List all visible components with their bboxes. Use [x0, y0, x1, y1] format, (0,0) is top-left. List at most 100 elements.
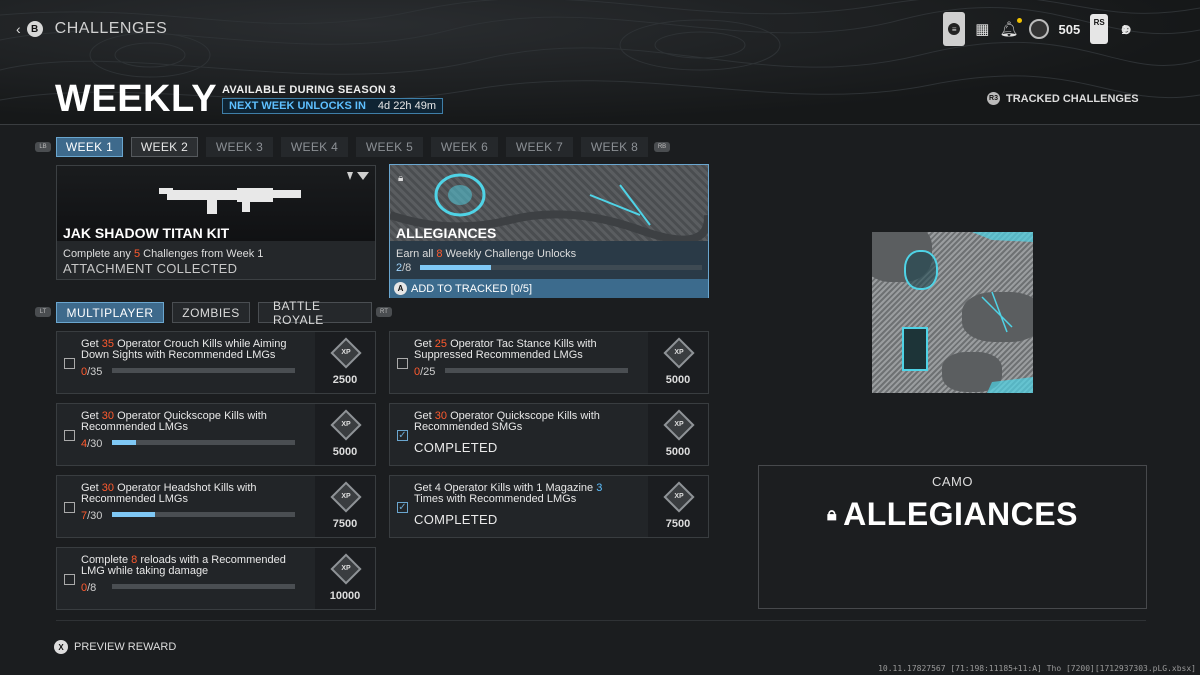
reward-name: JAK SHADOW TITAN KIT [63, 225, 230, 241]
checkbox-icon[interactable]: ✓ [397, 502, 408, 513]
xp-icon: XP [330, 337, 362, 369]
chevron-left-icon: ‹ [16, 21, 21, 37]
tracked-challenges-button[interactable]: R3 TRACKED CHALLENGES [987, 92, 1139, 105]
footer-divider [56, 620, 1146, 621]
reward-description: Complete any 5 Challenges from Week 1 [63, 248, 264, 260]
next-week-timer: NEXT WEEK UNLOCKS IN 4d 22h 49m [222, 98, 444, 114]
challenge-status: COMPLETED [414, 512, 498, 527]
tab-week-7[interactable]: WEEK 7 [506, 137, 573, 157]
xp-reward-value: 5000 [665, 374, 691, 386]
tab-week-2[interactable]: WEEK 2 [131, 137, 198, 157]
lt-glyph-icon[interactable]: LT [35, 307, 51, 317]
top-right-bar: ≡ ▦ 🔔︎ 505 RS ☻ [943, 12, 1134, 46]
lock-icon: 🔒︎ [827, 504, 838, 524]
reward-progress-bar [420, 265, 702, 270]
page-title: WEEKLY [55, 78, 218, 120]
reward-card-camo[interactable]: 🔒︎ ALLEGIANCES Earn all 8 Weekly Challen… [389, 164, 709, 298]
lb-glyph-icon[interactable]: LB [35, 142, 51, 152]
tab-week-4[interactable]: WEEK 4 [281, 137, 348, 157]
next-week-label: NEXT WEEK UNLOCKS IN [229, 100, 366, 112]
xp-reward-value: 10000 [329, 590, 361, 602]
grid-icon[interactable]: ▦ [975, 20, 989, 38]
camo-info-panel: CAMO 🔒︎ ALLEGIANCES [758, 465, 1147, 609]
challenge-description: Get 4 Operator Kills with 1 Magazine 3 T… [414, 482, 603, 505]
reward-card-weapon-kit[interactable]: JAK SHADOW TITAN KIT Complete any 5 Chal… [56, 165, 376, 280]
season-availability: AVAILABLE DURING SEASON 3 [222, 84, 396, 96]
challenge-progress-bar [112, 584, 295, 589]
tab-zombies[interactable]: ZOMBIES [172, 302, 250, 323]
tab-week-8[interactable]: WEEK 8 [581, 137, 648, 157]
reward-progress-fill [420, 265, 491, 270]
rb-glyph-icon[interactable]: RB [654, 142, 670, 152]
week-tabs: WEEK 1 WEEK 2 WEEK 3 WEEK 4 WEEK 5 WEEK … [56, 137, 648, 157]
challenge-card[interactable]: ✓ Get 30 Operator Quickscope Kills with R… [389, 403, 709, 466]
challenge-progress-fill [112, 440, 137, 445]
coin-icon [1028, 19, 1049, 39]
checkbox-icon[interactable] [397, 358, 408, 369]
camo-type-label: CAMO [932, 474, 973, 489]
xp-reward: XP 5000 [648, 332, 708, 393]
b-button-glyph-icon: B [26, 21, 43, 37]
xp-reward-value: 2500 [332, 374, 358, 386]
xp-icon: XP [663, 409, 695, 441]
challenge-card[interactable]: Get 30 Operator Headshot Kills with Reco… [56, 475, 376, 538]
xp-icon: XP [330, 409, 362, 441]
challenge-progress-bar [445, 368, 628, 373]
notification-dot [1016, 18, 1022, 23]
tab-battle-royale[interactable]: BATTLE ROYALE [258, 299, 372, 327]
add-to-tracked-button[interactable]: A ADD TO TRACKED [0/5] [390, 279, 708, 298]
tab-week-3[interactable]: WEEK 3 [206, 137, 273, 157]
checkbox-icon[interactable] [64, 502, 75, 513]
menu-icon: ≡ [948, 23, 961, 35]
tab-week-6[interactable]: WEEK 6 [431, 137, 498, 157]
xp-reward-value: 5000 [332, 446, 358, 458]
tab-week-1[interactable]: WEEK 1 [56, 137, 123, 157]
menu-button[interactable]: ≡ [943, 12, 966, 46]
camo-preview [872, 232, 1033, 393]
reward-description: Earn all 8 Weekly Challenge Unlocks [396, 248, 577, 260]
r3-glyph-icon: R3 [987, 92, 1000, 105]
challenge-card[interactable]: ✓ Get 4 Operator Kills with 1 Magazine 3 … [389, 475, 709, 538]
xp-reward: XP 5000 [648, 404, 708, 465]
back-label: CHALLENGES [54, 20, 168, 37]
next-week-value: 4d 22h 49m [377, 100, 437, 112]
challenge-card[interactable]: Complete 8 reloads with a Recommended LM… [56, 547, 376, 610]
camo-lines-icon [972, 232, 1033, 393]
reward-progress-count: 2/8 [396, 262, 412, 274]
challenge-description: Get 30 Operator Quickscope Kills with Re… [81, 410, 267, 433]
back-button[interactable]: ‹ B CHALLENGES [16, 20, 167, 38]
xp-reward: XP 7500 [648, 476, 708, 537]
mode-tabs: MULTIPLAYER ZOMBIES BATTLE ROYALE [56, 299, 372, 327]
challenge-progress-fill [112, 512, 155, 517]
challenge-progress-count: 4/30 [81, 438, 103, 450]
reward-name: ALLEGIANCES [396, 225, 497, 241]
bell-icon[interactable]: 🔔︎ [999, 18, 1022, 38]
challenge-progress-count: 0/25 [414, 366, 436, 378]
camo-name: 🔒︎ ALLEGIANCES [827, 496, 1078, 532]
tab-multiplayer[interactable]: MULTIPLAYER [56, 302, 164, 323]
xp-icon: XP [663, 481, 695, 513]
rs-glyph-icon[interactable]: RS [1090, 14, 1109, 44]
challenge-description: Get 30 Operator Headshot Kills with Reco… [81, 482, 257, 505]
tab-week-5[interactable]: WEEK 5 [356, 137, 423, 157]
checkbox-icon[interactable] [64, 574, 75, 585]
xp-reward-value: 7500 [665, 518, 691, 530]
checkbox-icon[interactable] [64, 358, 75, 369]
challenge-card[interactable]: Get 30 Operator Quickscope Kills with Re… [56, 403, 376, 466]
xp-reward-value: 7500 [332, 518, 358, 530]
xp-reward: XP 10000 [315, 548, 375, 609]
checkbox-icon[interactable]: ✓ [397, 430, 408, 441]
challenge-card[interactable]: Get 25 Operator Tac Stance Kills with Su… [389, 331, 709, 394]
xp-icon: XP [330, 481, 362, 513]
challenge-card[interactable]: Get 35 Operator Crouch Kills while Aimin… [56, 331, 376, 394]
challenge-description: Complete 8 reloads with a Recommended LM… [81, 554, 286, 577]
challenge-description: Get 30 Operator Quickscope Kills with Re… [414, 410, 600, 433]
challenge-progress-count: 0/35 [81, 366, 103, 378]
xp-reward: XP 7500 [315, 476, 375, 537]
preview-reward-button[interactable]: X PREVIEW REWARD [54, 640, 176, 654]
currency-count: 505 [1058, 21, 1081, 37]
challenge-progress-bar [112, 512, 295, 517]
rt-glyph-icon[interactable]: RT [376, 307, 392, 317]
checkbox-icon[interactable] [64, 430, 75, 441]
add-to-tracked-label: ADD TO TRACKED [0/5] [411, 282, 533, 295]
